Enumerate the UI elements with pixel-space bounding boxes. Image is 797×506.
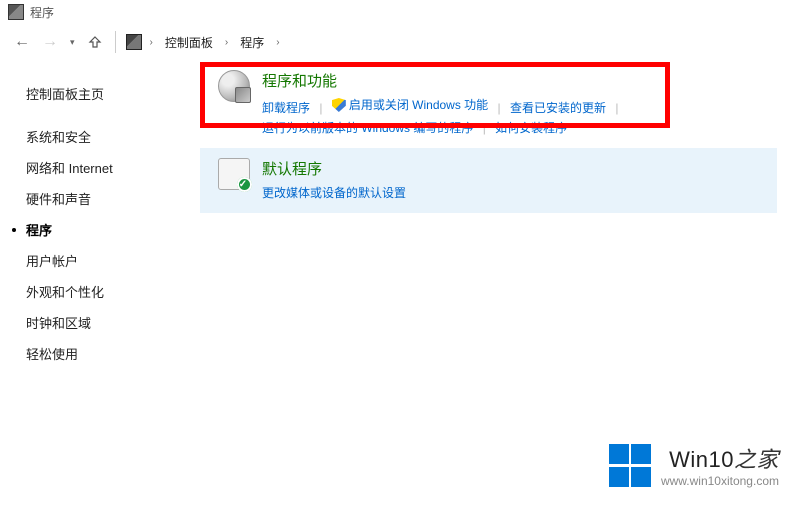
windows-logo-icon (609, 444, 653, 488)
back-button[interactable]: ← (12, 32, 32, 52)
link-windows-features[interactable]: 启用或关闭 Windows 功能 (332, 95, 488, 115)
location-icon (126, 34, 142, 50)
sidebar-home[interactable]: 控制面板主页 (26, 84, 200, 103)
app-icon (8, 4, 24, 20)
shield-icon (332, 98, 346, 112)
history-dropdown[interactable]: ▾ (68, 37, 77, 48)
window-title: 程序 (30, 4, 54, 21)
category-title[interactable]: 默认程序 (262, 158, 322, 179)
category-links: 更改媒体或设备的默认设置 (262, 183, 763, 203)
breadcrumb: › 控制面板 › 程序 › (126, 32, 785, 53)
link-how-to-install[interactable]: 如何安装程序 (495, 118, 567, 138)
breadcrumb-current[interactable]: 程序 (236, 32, 268, 53)
sidebar-list: 系统和安全 网络和 Internet 硬件和声音 程序 用户帐户 外观和个性化 … (26, 121, 200, 369)
link-separator: | (483, 121, 486, 135)
sidebar-item-network[interactable]: 网络和 Internet (26, 152, 200, 183)
chevron-right-icon[interactable]: › (221, 37, 232, 48)
link-label: 运行为以前版本的 Windows 编写的程序 (262, 118, 473, 138)
category-programs-features: 程序和功能 卸载程序 | 启用或关闭 Windows 功能 | 查看已安装的更新… (200, 60, 777, 148)
sidebar-item-appearance[interactable]: 外观和个性化 (26, 276, 200, 307)
chevron-right-icon[interactable]: › (272, 37, 283, 48)
link-label: 查看已安装的更新 (510, 98, 606, 118)
sidebar-item-accounts[interactable]: 用户帐户 (26, 245, 200, 276)
link-change-defaults[interactable]: 更改媒体或设备的默认设置 (262, 183, 406, 203)
programs-icon (218, 70, 250, 102)
sidebar-item-ease[interactable]: 轻松使用 (26, 338, 200, 369)
link-installed-updates[interactable]: 查看已安装的更新 (510, 98, 606, 118)
link-label: 卸载程序 (262, 98, 310, 118)
category-links: 卸载程序 | 启用或关闭 Windows 功能 | 查看已安装的更新 | 运行为… (262, 95, 763, 138)
separator (115, 31, 116, 53)
link-label: 更改媒体或设备的默认设置 (262, 183, 406, 203)
watermark: Win10之家 www.win10xitong.com (661, 442, 779, 488)
link-separator: | (615, 101, 618, 115)
watermark-url: www.win10xitong.com (661, 474, 779, 488)
sidebar-item-hardware[interactable]: 硬件和声音 (26, 183, 200, 214)
brand-text-suffix: 之家 (734, 447, 779, 472)
nav-bar: ← → ▾ › 控制面板 › 程序 › (0, 24, 797, 60)
watermark-brand: Win10之家 (661, 442, 779, 474)
forward-button: → (40, 32, 60, 52)
chevron-right-icon[interactable]: › (146, 37, 157, 48)
content-area: 程序和功能 卸载程序 | 启用或关闭 Windows 功能 | 查看已安装的更新… (200, 60, 797, 506)
link-uninstall[interactable]: 卸载程序 (262, 98, 310, 118)
category-title[interactable]: 程序和功能 (262, 70, 337, 91)
brand-text-prefix: Win10 (669, 447, 734, 472)
sidebar-item-system[interactable]: 系统和安全 (26, 121, 200, 152)
sidebar-item-programs[interactable]: 程序 (26, 214, 200, 245)
sidebar-item-clock[interactable]: 时钟和区域 (26, 307, 200, 338)
link-label: 启用或关闭 Windows 功能 (349, 95, 488, 115)
defaults-icon (218, 158, 250, 190)
link-label: 如何安装程序 (495, 118, 567, 138)
link-separator: | (319, 101, 322, 115)
up-button[interactable] (85, 32, 105, 52)
link-legacy-programs[interactable]: 运行为以前版本的 Windows 编写的程序 (262, 118, 473, 138)
title-bar: 程序 (0, 0, 797, 24)
breadcrumb-root[interactable]: 控制面板 (161, 32, 217, 53)
link-separator: | (498, 101, 501, 115)
sidebar: 控制面板主页 系统和安全 网络和 Internet 硬件和声音 程序 用户帐户 … (0, 60, 200, 506)
category-default-programs[interactable]: 默认程序 更改媒体或设备的默认设置 (200, 148, 777, 213)
